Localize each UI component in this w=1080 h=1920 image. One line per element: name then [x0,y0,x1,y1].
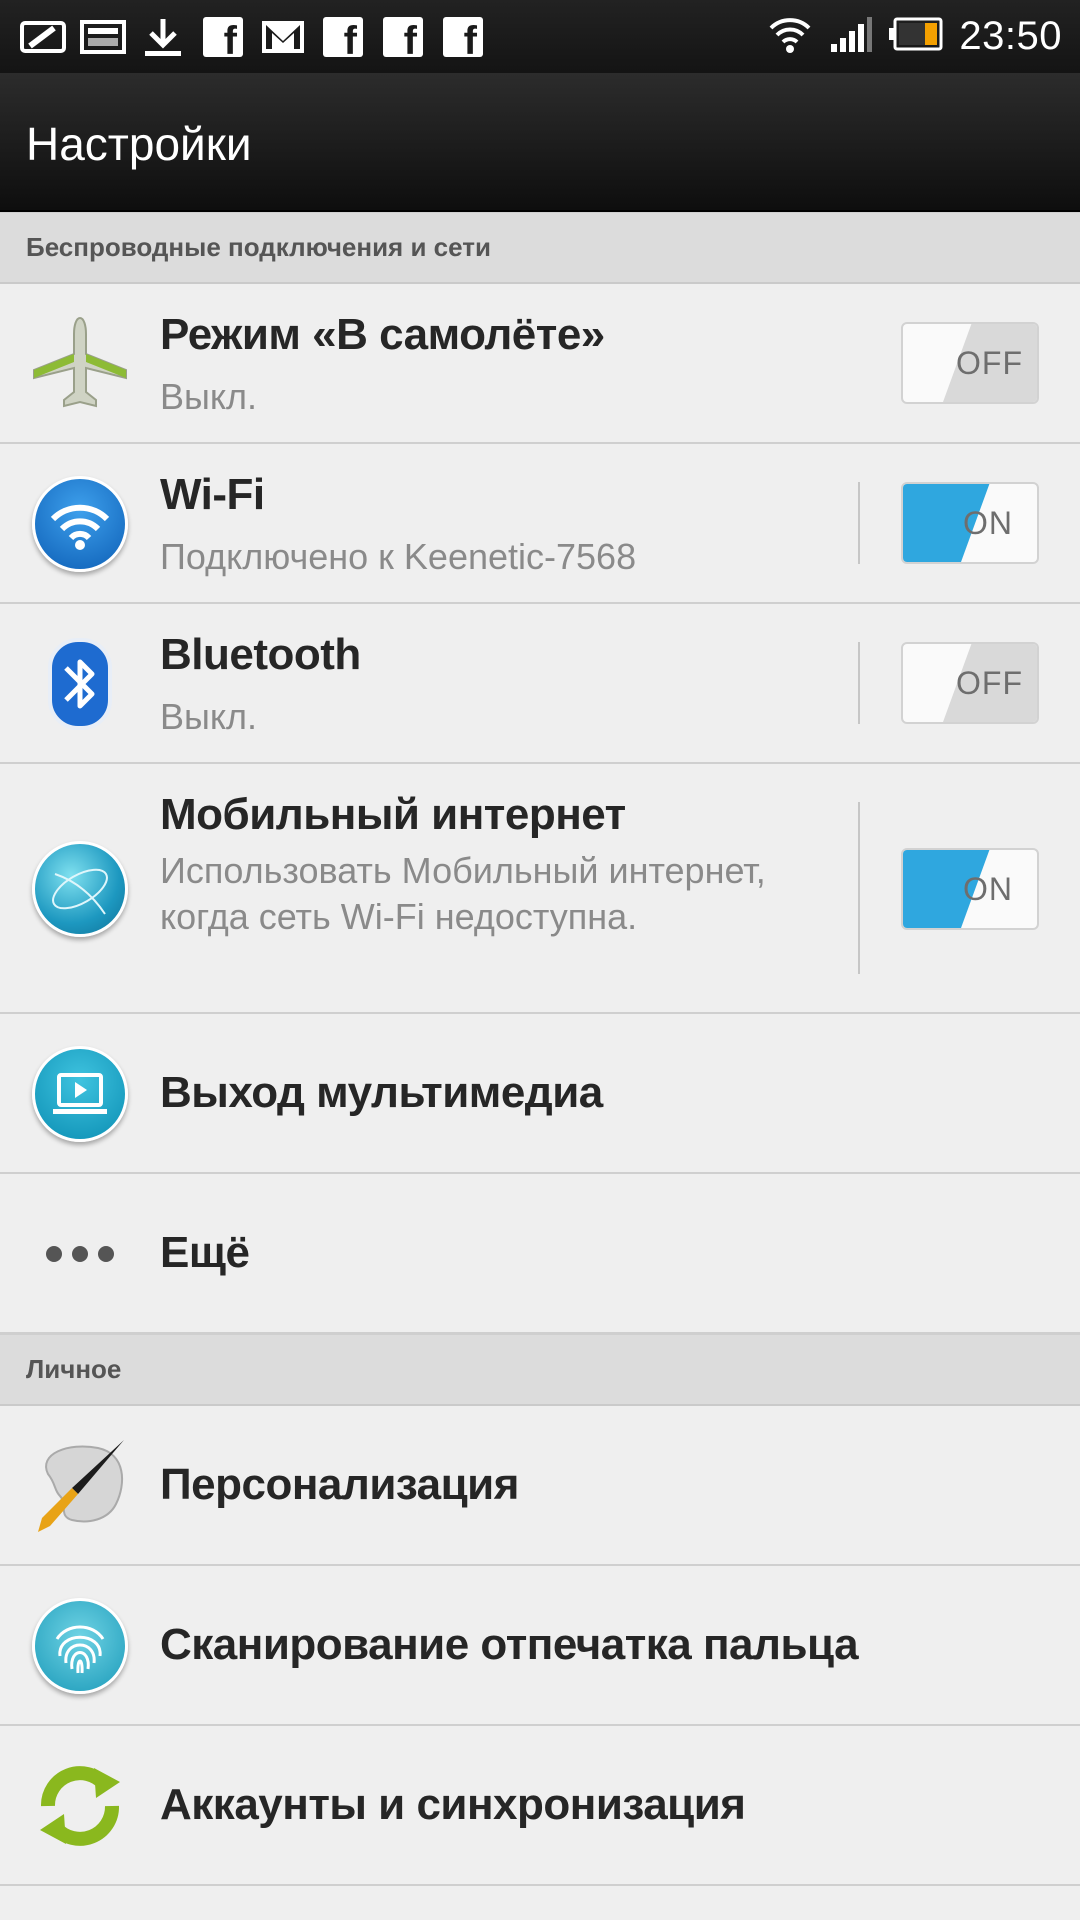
bluetooth-icon [28,632,132,736]
tablet-notification-icon [20,15,66,59]
bluetooth-texts: Bluetooth Выкл. [160,630,830,740]
item-title: Сканирование отпечатка пальца [160,1620,859,1669]
item-title: Аккаунты и синхронизация [160,1780,746,1829]
more-dots-icon [28,1202,132,1306]
settings-item-accounts-sync[interactable]: Аккаунты и синхронизация [0,1726,1080,1886]
media-output-texts: Выход мультимедиа [160,1014,1040,1172]
settings-item-wifi[interactable]: Wi-Fi Подключено к Keenetic-7568 ON [0,444,1080,604]
facebook-icon: f [440,15,486,63]
divider [858,802,860,974]
media-output-icon-circle [32,1046,128,1142]
section-header-personal: Личное [0,1334,1080,1406]
globe-icon-circle [32,841,128,937]
facebook-icon: f [380,15,426,63]
facebook-glyph: f [403,19,417,63]
sync-icon [28,1754,132,1858]
cell-signal-icon [829,14,873,59]
airplane-icon [28,312,132,416]
notification-icons: f f f f [20,14,486,63]
airplane-texts: Режим «В самолёте» Выкл. [160,310,830,420]
wifi-toggle[interactable]: ON [901,482,1039,564]
facebook-glyph: f [343,19,357,63]
toggle-label: OFF [956,664,1023,701]
globe-icon [28,837,132,941]
facebook-icon: f [200,15,246,63]
facebook-glyph: f [223,19,237,63]
wifi-texts: Wi-Fi Подключено к Keenetic-7568 [160,470,830,580]
settings-item-media-output[interactable]: Выход мультимедиа [0,1014,1080,1174]
item-subtitle: Подключено к Keenetic-7568 [160,536,637,577]
facebook-glyph: f [463,19,477,63]
fingerprint-icon [28,1594,132,1698]
more-texts: Ещё [160,1174,1040,1332]
airplane-toggle[interactable]: OFF [901,322,1039,404]
media-output-icon [28,1042,132,1146]
divider [858,642,860,724]
clock: 23:50 [959,13,1062,58]
item-subtitle: Выкл. [160,696,258,737]
settings-item-more[interactable]: Ещё [0,1174,1080,1334]
item-title: Ещё [160,1228,250,1277]
toggle-label: ON [963,504,1013,541]
settings-list: Беспроводные подключения и сети Режим «В… [0,212,1080,1886]
item-title: Мобильный интернет [160,790,626,839]
wifi-signal-icon [767,14,813,59]
settings-item-bluetooth[interactable]: Bluetooth Выкл. OFF [0,604,1080,764]
wifi-icon [28,472,132,576]
toggle-label: ON [963,870,1013,907]
item-title: Персонализация [160,1460,519,1509]
settings-item-personalization[interactable]: Персонализация [0,1406,1080,1566]
item-subtitle: Использовать Мобильный интернет, когда с… [160,850,766,937]
item-title: Выход мультимедиа [160,1068,603,1117]
accounts-sync-texts: Аккаунты и синхронизация [160,1726,1040,1884]
settings-item-airplane-mode[interactable]: Режим «В самолёте» Выкл. OFF [0,284,1080,444]
gmail-icon [260,15,306,59]
personalization-texts: Персонализация [160,1406,1040,1564]
toggle-label: OFF [956,344,1023,381]
action-bar: Настройки [0,73,1080,212]
item-title: Режим «В самолёте» [160,310,605,359]
paintbrush-icon [28,1434,132,1538]
item-title: Bluetooth [160,630,361,679]
mobile-internet-toggle[interactable]: ON [901,848,1039,930]
divider [858,482,860,564]
settings-item-mobile-internet[interactable]: Мобильный интернет Использовать Мобильны… [0,764,1080,1014]
status-bar: f f f f 23:50 [0,0,1080,73]
mobile-internet-texts: Мобильный интернет Использовать Мобильны… [160,790,830,940]
facebook-icon: f [320,15,366,63]
page-title: Настройки [26,118,252,170]
bluetooth-toggle[interactable]: OFF [901,642,1039,724]
item-subtitle: Выкл. [160,376,258,417]
download-icon [140,15,186,59]
system-icons: 23:50 [767,10,1062,62]
fingerprint-icon-circle [32,1598,128,1694]
settings-item-fingerprint[interactable]: Сканирование отпечатка пальца [0,1566,1080,1726]
wifi-icon-circle [32,476,128,572]
fingerprint-texts: Сканирование отпечатка пальца [160,1566,1040,1724]
battery-icon [889,17,943,56]
item-title: Wi-Fi [160,470,265,519]
gallery-icon [80,15,126,59]
section-header-wireless: Беспроводные подключения и сети [0,212,1080,284]
